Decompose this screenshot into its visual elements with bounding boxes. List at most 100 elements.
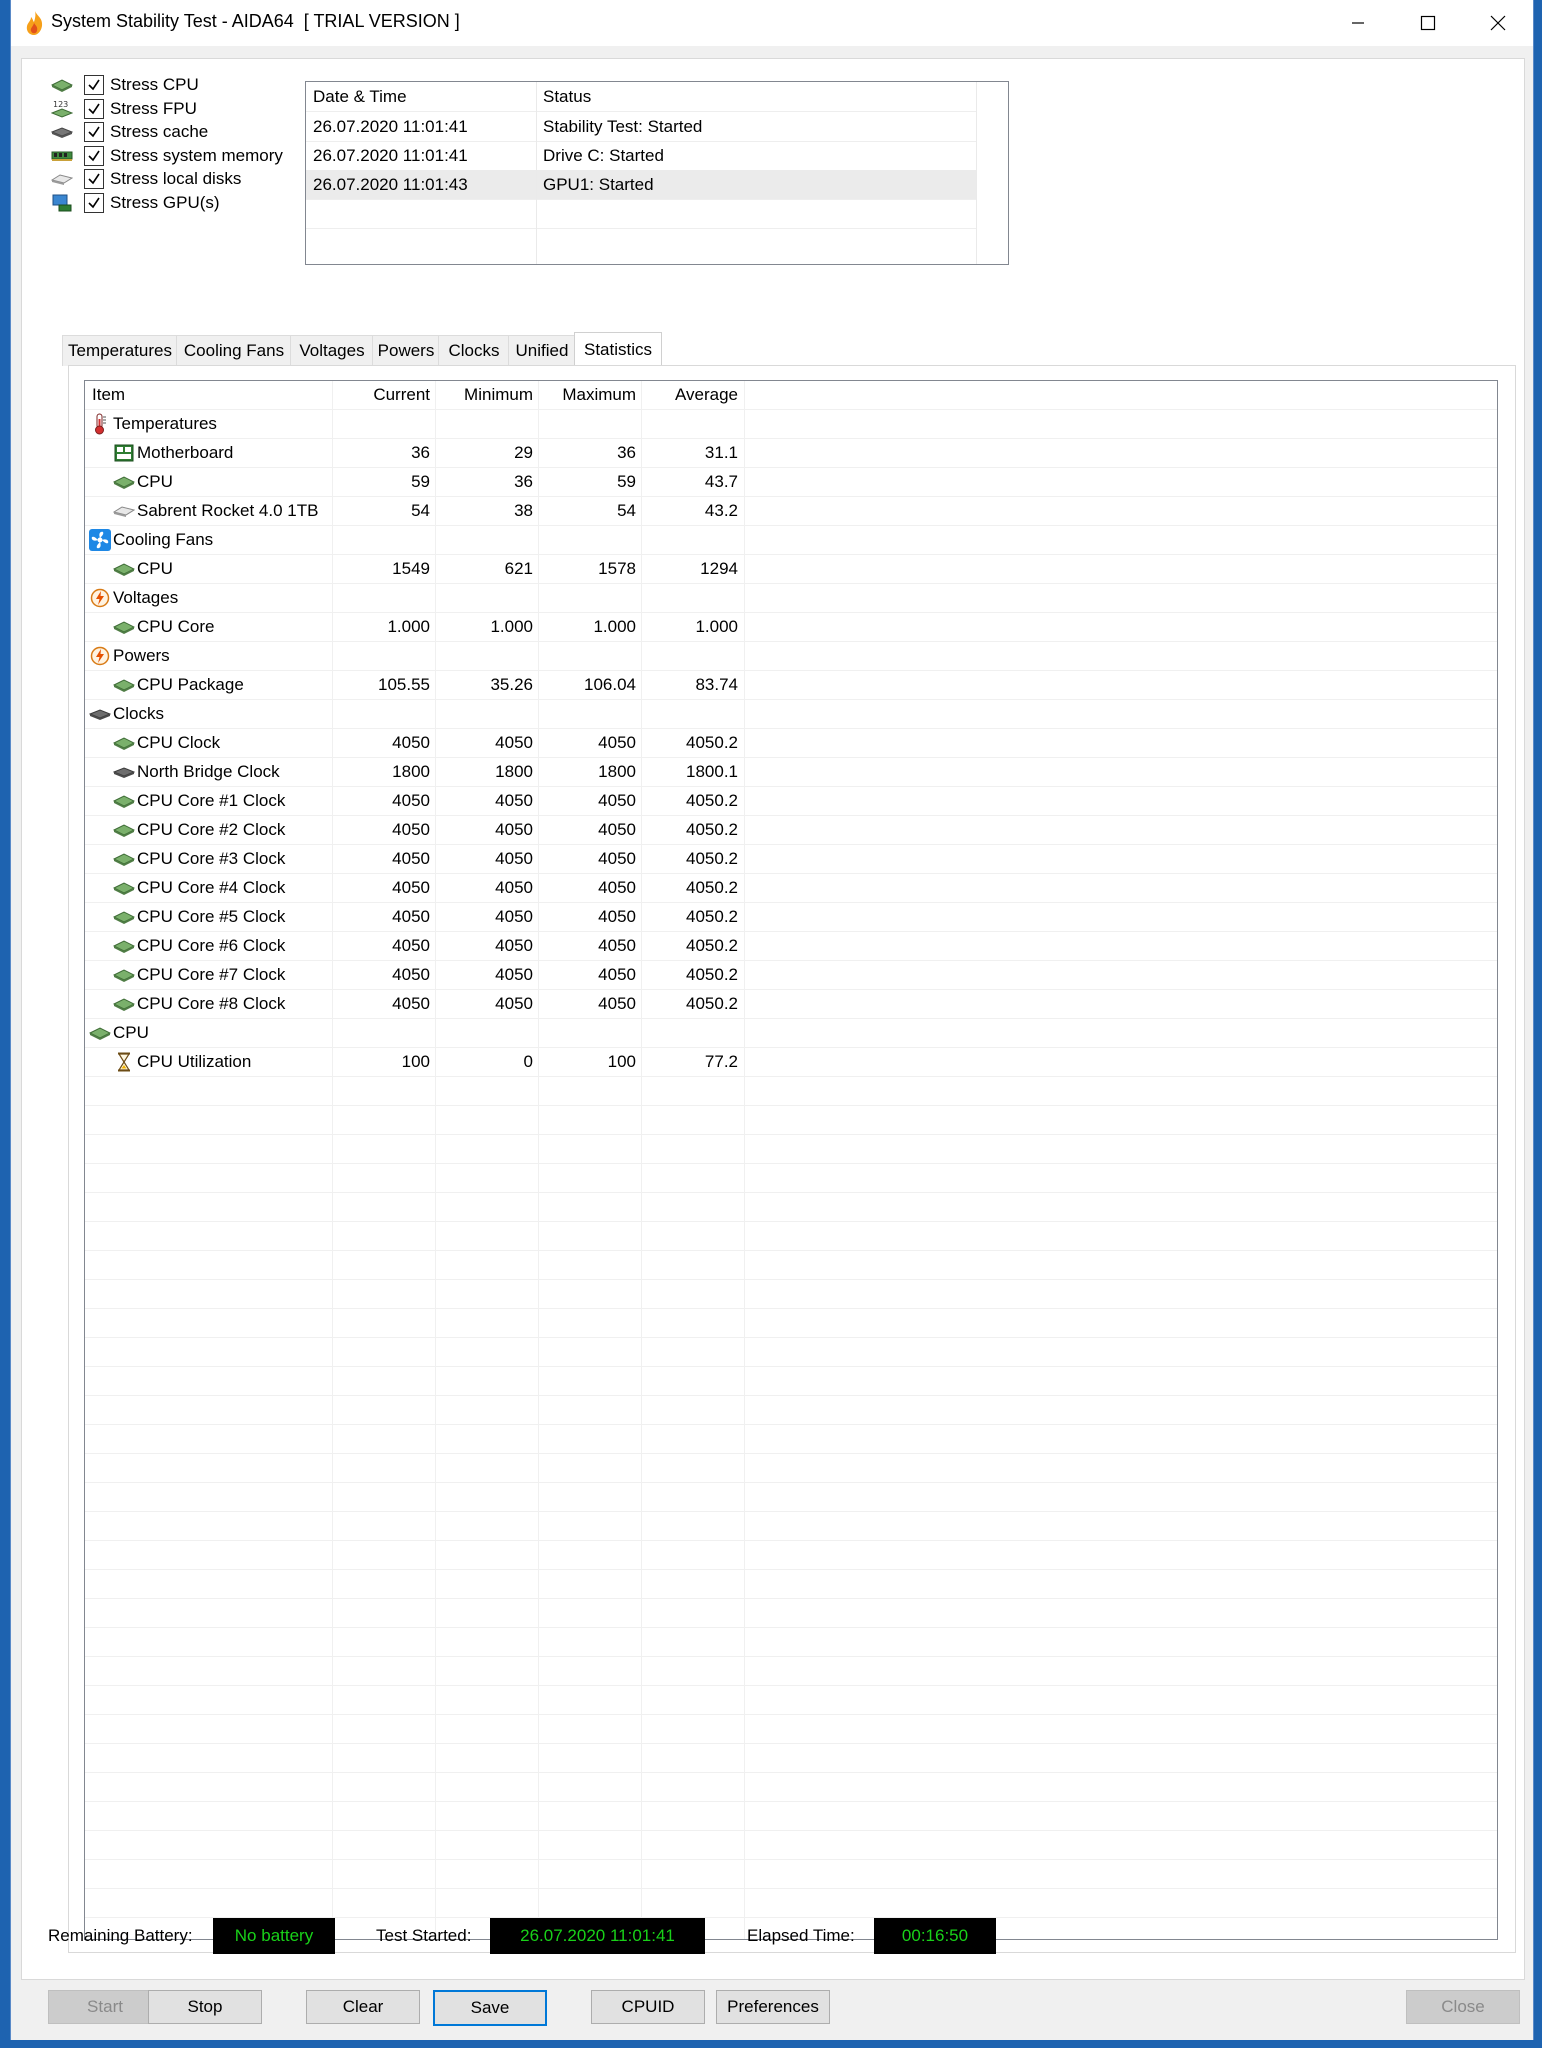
event-log-table[interactable]: Date & Time Status 26.07.2020 11:01:41 S… — [305, 81, 1009, 265]
table-row[interactable]: CPU Core #2 Clock 4050 4050 4050 4050.2 — [85, 816, 1497, 845]
save-button[interactable]: Save — [433, 1990, 547, 2026]
value-avg: 1.000 — [695, 617, 738, 636]
table-row[interactable]: North Bridge Clock 1800 1800 1800 1800.1 — [85, 758, 1497, 787]
table-row[interactable]: CPU Package 105.55 35.26 106.04 83.74 — [85, 671, 1497, 700]
table-row[interactable]: Motherboard 36 29 36 31.1 — [85, 439, 1497, 468]
log-row[interactable]: 26.07.2020 11:01:41 Drive C: Started — [306, 141, 976, 171]
table-group-row[interactable]: Powers — [85, 642, 1497, 671]
log-header-datetime[interactable]: Date & Time — [313, 87, 407, 107]
cpuid-button[interactable]: CPUID — [591, 1990, 705, 2024]
table-group-row[interactable]: Cooling Fans — [85, 526, 1497, 555]
table-empty-row — [85, 1338, 1497, 1367]
client-area: Stress CPU 123 Stress FPU Stress cache Stres… — [21, 58, 1525, 1980]
maximize-button[interactable] — [1393, 0, 1463, 46]
tab-statistics[interactable]: Statistics — [574, 332, 662, 367]
value-min: 0 — [523, 1052, 533, 1071]
minimize-icon — [1352, 22, 1364, 24]
stress-checkbox[interactable] — [84, 99, 104, 119]
table-row[interactable]: CPU Core #5 Clock 4050 4050 4050 4050.2 — [85, 903, 1497, 932]
svg-text:123: 123 — [53, 100, 68, 109]
table-row[interactable]: CPU Core #7 Clock 4050 4050 4050 4050.2 — [85, 961, 1497, 990]
tab-temperatures[interactable]: Temperatures — [62, 335, 178, 366]
cpu-chip-icon — [113, 471, 135, 493]
table-empty-row — [85, 1309, 1497, 1338]
column-header-average[interactable]: Average — [648, 385, 738, 405]
value-max: 4050 — [598, 820, 636, 839]
table-row[interactable]: Sabrent Rocket 4.0 1TB 54 38 54 43.2 — [85, 497, 1497, 526]
close-window-button[interactable] — [1463, 0, 1533, 46]
table-row[interactable]: CPU Utilization 100 0 100 77.2 — [85, 1048, 1497, 1077]
stress-checkbox[interactable] — [84, 146, 104, 166]
table-group-row[interactable]: Temperatures — [85, 410, 1497, 439]
stress-option[interactable]: Stress GPU(s) — [48, 189, 220, 217]
stress-checkbox[interactable] — [84, 169, 104, 189]
table-row[interactable]: CPU 1549 621 1578 1294 — [85, 555, 1497, 584]
table-group-row[interactable]: CPU — [85, 1019, 1497, 1048]
table-row[interactable]: CPU Core #6 Clock 4050 4050 4050 4050.2 — [85, 932, 1497, 961]
stop-button[interactable]: Stop — [148, 1990, 262, 2024]
table-row[interactable]: CPU Clock 4050 4050 4050 4050.2 — [85, 729, 1497, 758]
table-row[interactable]: CPU Core #1 Clock 4050 4050 4050 4050.2 — [85, 787, 1497, 816]
value-current: 105.55 — [378, 675, 430, 694]
tab-cooling-fans[interactable]: Cooling Fans — [176, 335, 292, 366]
stress-checkbox[interactable] — [84, 193, 104, 213]
column-header-item[interactable]: Item — [92, 385, 125, 405]
gpu-icon — [48, 192, 76, 214]
cpu-chip-icon — [113, 616, 135, 638]
cache-chip-icon — [48, 121, 76, 143]
tab-clocks[interactable]: Clocks — [438, 335, 510, 366]
table-empty-row — [85, 1483, 1497, 1512]
value-avg: 4050.2 — [686, 791, 738, 810]
table-group-row[interactable]: Voltages — [85, 584, 1497, 613]
close-button[interactable]: Close — [1406, 1990, 1520, 2024]
start-button[interactable]: Start — [48, 1990, 162, 2024]
elapsed-time-value: 00:16:50 — [874, 1918, 996, 1954]
log-header-status[interactable]: Status — [543, 87, 591, 107]
value-max: 4050 — [598, 907, 636, 926]
log-row-empty — [306, 199, 976, 229]
cpu-chip-icon — [113, 819, 135, 841]
stress-checkbox[interactable] — [84, 75, 104, 95]
table-row[interactable]: CPU Core #8 Clock 4050 4050 4050 4050.2 — [85, 990, 1497, 1019]
stress-option-label: Stress system memory — [110, 146, 283, 165]
tab-voltages[interactable]: Voltages — [290, 335, 374, 366]
tab-powers[interactable]: Powers — [372, 335, 440, 366]
value-max: 1.000 — [593, 617, 636, 636]
value-current: 1800 — [392, 762, 430, 781]
group-label: Powers — [113, 646, 170, 665]
value-avg: 4050.2 — [686, 849, 738, 868]
table-row[interactable]: CPU Core #4 Clock 4050 4050 4050 4050.2 — [85, 874, 1497, 903]
column-header-maximum[interactable]: Maximum — [546, 385, 636, 405]
item-label: CPU Core #2 Clock — [137, 820, 286, 839]
table-empty-row — [85, 1599, 1497, 1628]
table-row[interactable]: CPU Core #3 Clock 4050 4050 4050 4050.2 — [85, 845, 1497, 874]
stress-option-label: Stress cache — [110, 122, 209, 141]
value-avg: 1800.1 — [686, 762, 738, 781]
log-row[interactable]: 26.07.2020 11:01:41 Stability Test: Star… — [306, 112, 976, 142]
table-group-row[interactable]: Clocks — [85, 700, 1497, 729]
tab-unified[interactable]: Unified — [508, 335, 576, 366]
log-datetime: 26.07.2020 11:01:41 — [313, 146, 468, 165]
item-label: Sabrent Rocket 4.0 1TB — [137, 501, 319, 520]
minimize-button[interactable] — [1323, 0, 1393, 46]
value-current: 4050 — [392, 994, 430, 1013]
item-label: Motherboard — [137, 443, 234, 462]
log-row-selected[interactable]: 26.07.2020 11:01:43 GPU1: Started — [306, 170, 976, 200]
preferences-button[interactable]: Preferences — [716, 1990, 830, 2024]
statistics-table[interactable]: Item Current Minimum Maximum Average Temperat… — [84, 380, 1498, 1940]
column-header-minimum[interactable]: Minimum — [443, 385, 533, 405]
value-max: 106.04 — [584, 675, 636, 694]
value-min: 4050 — [495, 878, 533, 897]
title-bar[interactable]: System Stability Test - AIDA64 [ TRIAL V… — [11, 0, 1533, 46]
log-status: Drive C: Started — [543, 146, 664, 165]
stress-option-label: Stress CPU — [110, 75, 199, 94]
clear-button[interactable]: Clear — [306, 1990, 420, 2024]
log-column-divider — [976, 82, 977, 264]
item-label: CPU Core #5 Clock — [137, 907, 286, 926]
column-header-current[interactable]: Current — [340, 385, 430, 405]
table-empty-row — [85, 1686, 1497, 1715]
stress-checkbox[interactable] — [84, 122, 104, 142]
table-row[interactable]: CPU 59 36 59 43.7 — [85, 468, 1497, 497]
table-row[interactable]: CPU Core 1.000 1.000 1.000 1.000 — [85, 613, 1497, 642]
cpu-chip-icon — [113, 790, 135, 812]
